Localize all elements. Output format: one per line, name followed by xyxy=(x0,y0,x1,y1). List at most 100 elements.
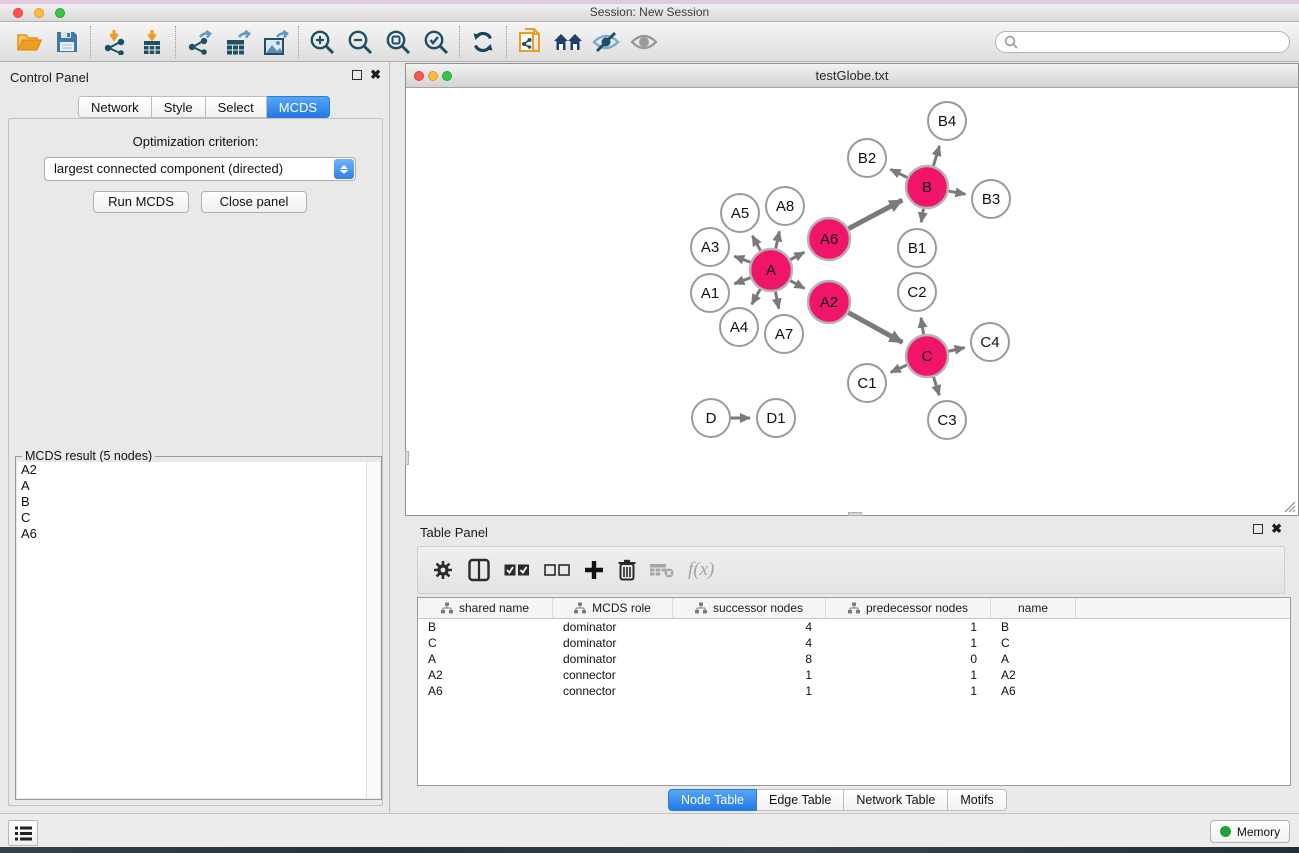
column-header-MCDS-role[interactable]: MCDS role xyxy=(553,598,673,618)
column-header-shared-name[interactable]: shared name xyxy=(418,598,553,618)
search-input[interactable] xyxy=(1018,33,1289,51)
node-A[interactable]: A xyxy=(750,249,792,291)
column-header-successor-nodes[interactable]: successor nodes xyxy=(673,598,826,618)
tab-node-table[interactable]: Node Table xyxy=(668,789,757,811)
create-column-button[interactable] xyxy=(584,560,604,580)
edge-A-A3[interactable] xyxy=(734,256,750,262)
save-session-button[interactable] xyxy=(48,25,86,59)
export-network-button[interactable] xyxy=(180,25,218,59)
edge-A-A8[interactable] xyxy=(776,231,780,248)
mcds-result-item[interactable]: A2 xyxy=(17,462,368,478)
table-row[interactable]: Cdominator41C xyxy=(418,635,1290,651)
close-panel-button[interactable]: Close panel xyxy=(201,191,307,213)
node-A7[interactable]: A7 xyxy=(765,315,803,353)
table-row[interactable]: A6connector11A6 xyxy=(418,683,1290,699)
zoom-out-button[interactable] xyxy=(341,25,379,59)
node-A4[interactable]: A4 xyxy=(720,308,758,346)
node-A8[interactable]: A8 xyxy=(766,187,804,225)
node-A1[interactable]: A1 xyxy=(691,274,729,312)
float-table-panel-icon[interactable] xyxy=(1253,524,1263,534)
edge-A6-B[interactable] xyxy=(848,200,902,229)
edge-B-B2[interactable] xyxy=(890,169,907,177)
refresh-button[interactable] xyxy=(464,25,502,59)
edge-B-B4[interactable] xyxy=(933,146,939,166)
tab-network[interactable]: Network xyxy=(78,96,152,118)
mcds-result-item[interactable]: A xyxy=(17,478,368,494)
hide-selected-button[interactable] xyxy=(587,25,625,59)
close-window-button[interactable] xyxy=(13,8,23,18)
mcds-result-item[interactable]: B xyxy=(17,494,368,510)
new-network-from-selection-button[interactable] xyxy=(511,25,549,59)
network-window-titlebar[interactable]: testGlobe.txt xyxy=(406,64,1298,88)
tab-network-table[interactable]: Network Table xyxy=(844,789,948,811)
node-A2[interactable]: A2 xyxy=(808,281,850,323)
mcds-result-item[interactable]: C xyxy=(17,510,368,526)
edge-C-C4[interactable] xyxy=(948,348,964,352)
node-B[interactable]: B xyxy=(906,166,948,208)
zoom-fit-button[interactable] xyxy=(379,25,417,59)
select-all-rows-button[interactable] xyxy=(504,564,530,577)
edge-B-B1[interactable] xyxy=(921,209,923,223)
tab-mcds[interactable]: MCDS xyxy=(267,96,330,118)
mcds-result-list[interactable]: A2ABCA6 xyxy=(17,462,368,798)
canvas-left-grip[interactable] xyxy=(405,451,409,465)
open-file-button[interactable] xyxy=(10,25,48,59)
run-mcds-button[interactable]: Run MCDS xyxy=(93,191,189,213)
edge-C-C2[interactable] xyxy=(921,318,924,335)
column-header-predecessor-nodes[interactable]: predecessor nodes xyxy=(826,598,991,618)
table-row[interactable]: Adominator80A xyxy=(418,651,1290,667)
close-panel-icon[interactable]: ✖ xyxy=(370,70,381,80)
node-B1[interactable]: B1 xyxy=(898,229,936,267)
edge-A-A1[interactable] xyxy=(734,278,750,284)
delete-column-button[interactable] xyxy=(618,559,636,581)
network-canvas[interactable]: B4B2BB3A8A5A6A3B1AA1C2A2A4A7C4CC1C3DD1 xyxy=(406,89,1298,515)
table-row[interactable]: A2connector11A2 xyxy=(418,667,1290,683)
show-all-button[interactable] xyxy=(625,25,663,59)
search-field[interactable] xyxy=(995,31,1290,53)
tab-select[interactable]: Select xyxy=(206,96,267,118)
edge-B-B3[interactable] xyxy=(949,191,966,194)
node-B4[interactable]: B4 xyxy=(928,102,966,140)
mcds-list-scrollbar[interactable] xyxy=(366,462,380,798)
zoom-window-button[interactable] xyxy=(55,8,65,18)
tab-motifs[interactable]: Motifs xyxy=(948,789,1006,811)
tab-style[interactable]: Style xyxy=(152,96,206,118)
node-B2[interactable]: B2 xyxy=(848,139,886,177)
network-graph[interactable]: B4B2BB3A8A5A6A3B1AA1C2A2A4A7C4CC1C3DD1 xyxy=(406,89,1298,515)
network-minimize-button[interactable] xyxy=(428,71,438,81)
import-table-button[interactable] xyxy=(133,25,171,59)
edge-A-A7[interactable] xyxy=(775,292,778,309)
tab-edge-table[interactable]: Edge Table xyxy=(757,789,844,811)
task-history-button[interactable] xyxy=(8,820,38,846)
table-settings-button[interactable] xyxy=(432,559,454,581)
node-C4[interactable]: C4 xyxy=(971,323,1009,361)
network-close-button[interactable] xyxy=(414,71,424,81)
edge-A2-C[interactable] xyxy=(848,313,902,343)
node-B3[interactable]: B3 xyxy=(972,180,1010,218)
deselect-all-rows-button[interactable] xyxy=(544,564,570,577)
table-row[interactable]: Bdominator41B xyxy=(418,619,1290,635)
resize-grip-icon[interactable] xyxy=(1282,499,1296,513)
node-D[interactable]: D xyxy=(692,399,730,437)
node-C[interactable]: C xyxy=(906,335,948,377)
import-network-button[interactable] xyxy=(95,25,133,59)
edge-C-C3[interactable] xyxy=(934,377,940,395)
edge-A-A5[interactable] xyxy=(752,236,760,251)
node-A5[interactable]: A5 xyxy=(721,194,759,232)
node-C2[interactable]: C2 xyxy=(898,273,936,311)
export-image-button[interactable] xyxy=(256,25,294,59)
first-neighbors-button[interactable] xyxy=(549,25,587,59)
edge-A-A2[interactable] xyxy=(790,281,804,289)
delete-table-button[interactable] xyxy=(650,562,674,578)
edge-A-A6[interactable] xyxy=(790,252,804,259)
node-A3[interactable]: A3 xyxy=(691,228,729,266)
edge-C-C1[interactable] xyxy=(891,365,907,372)
float-panel-icon[interactable] xyxy=(352,70,362,80)
zoom-in-button[interactable] xyxy=(303,25,341,59)
criterion-dropdown[interactable]: largest connected component (directed) xyxy=(44,157,356,181)
column-header-name[interactable]: name xyxy=(991,598,1076,618)
node-A6[interactable]: A6 xyxy=(808,218,850,260)
show-columns-button[interactable] xyxy=(468,558,490,582)
mcds-result-item[interactable]: A6 xyxy=(17,526,368,542)
network-zoom-button[interactable] xyxy=(442,71,452,81)
